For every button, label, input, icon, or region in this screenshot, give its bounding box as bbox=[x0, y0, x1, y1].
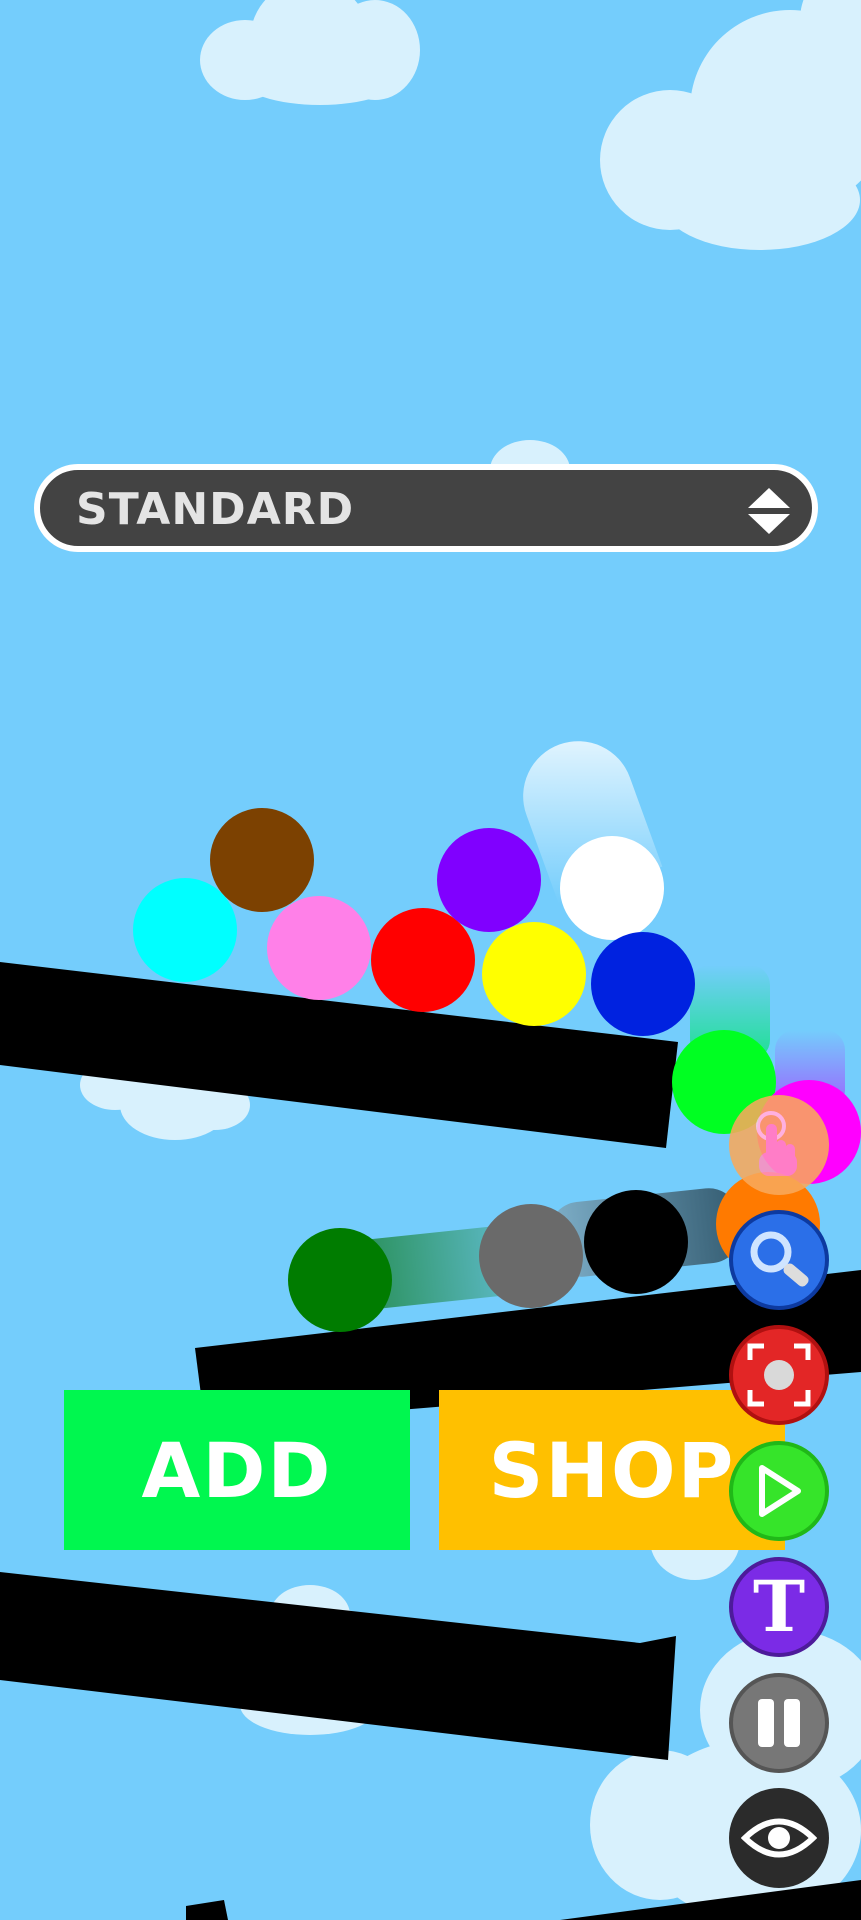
platform bbox=[560, 1880, 861, 1920]
pause-icon bbox=[758, 1699, 800, 1747]
ball-gray bbox=[479, 1204, 583, 1308]
play-tool-button[interactable] bbox=[729, 1441, 829, 1541]
game-scene[interactable]: STANDARD ADD SHOP T bbox=[0, 0, 861, 1920]
ball-cyan bbox=[133, 878, 237, 982]
mode-dropdown[interactable]: STANDARD bbox=[34, 464, 818, 552]
magnifier-tool-button[interactable] bbox=[729, 1210, 829, 1310]
ball-blue bbox=[591, 932, 695, 1036]
ball-dark-green bbox=[288, 1228, 392, 1332]
up-down-arrows-icon bbox=[748, 488, 790, 534]
pause-tool-button[interactable] bbox=[729, 1673, 829, 1773]
screenshot-frame-icon bbox=[747, 1343, 811, 1407]
screenshot-tool-button[interactable] bbox=[729, 1325, 829, 1425]
view-tool-button[interactable] bbox=[729, 1788, 829, 1888]
letter-t-icon: T bbox=[752, 1565, 806, 1648]
add-button[interactable]: ADD bbox=[64, 1390, 410, 1550]
ball-black bbox=[584, 1190, 688, 1294]
ball-purple bbox=[437, 828, 541, 932]
ball-red bbox=[371, 908, 475, 1012]
platform bbox=[186, 1900, 228, 1920]
ball-white bbox=[560, 836, 664, 940]
play-icon bbox=[759, 1465, 801, 1517]
ball-yellow bbox=[482, 922, 586, 1026]
magnifier-icon bbox=[750, 1231, 809, 1287]
text-tool-button[interactable]: T bbox=[729, 1557, 829, 1657]
ball-pink bbox=[267, 896, 371, 1000]
ball-brown bbox=[210, 808, 314, 912]
mode-label: STANDARD bbox=[76, 484, 355, 535]
platform bbox=[0, 1572, 676, 1760]
touch-tool-button[interactable] bbox=[729, 1095, 829, 1195]
eye-icon bbox=[741, 1818, 817, 1858]
hand-pointer-icon bbox=[756, 1111, 797, 1176]
